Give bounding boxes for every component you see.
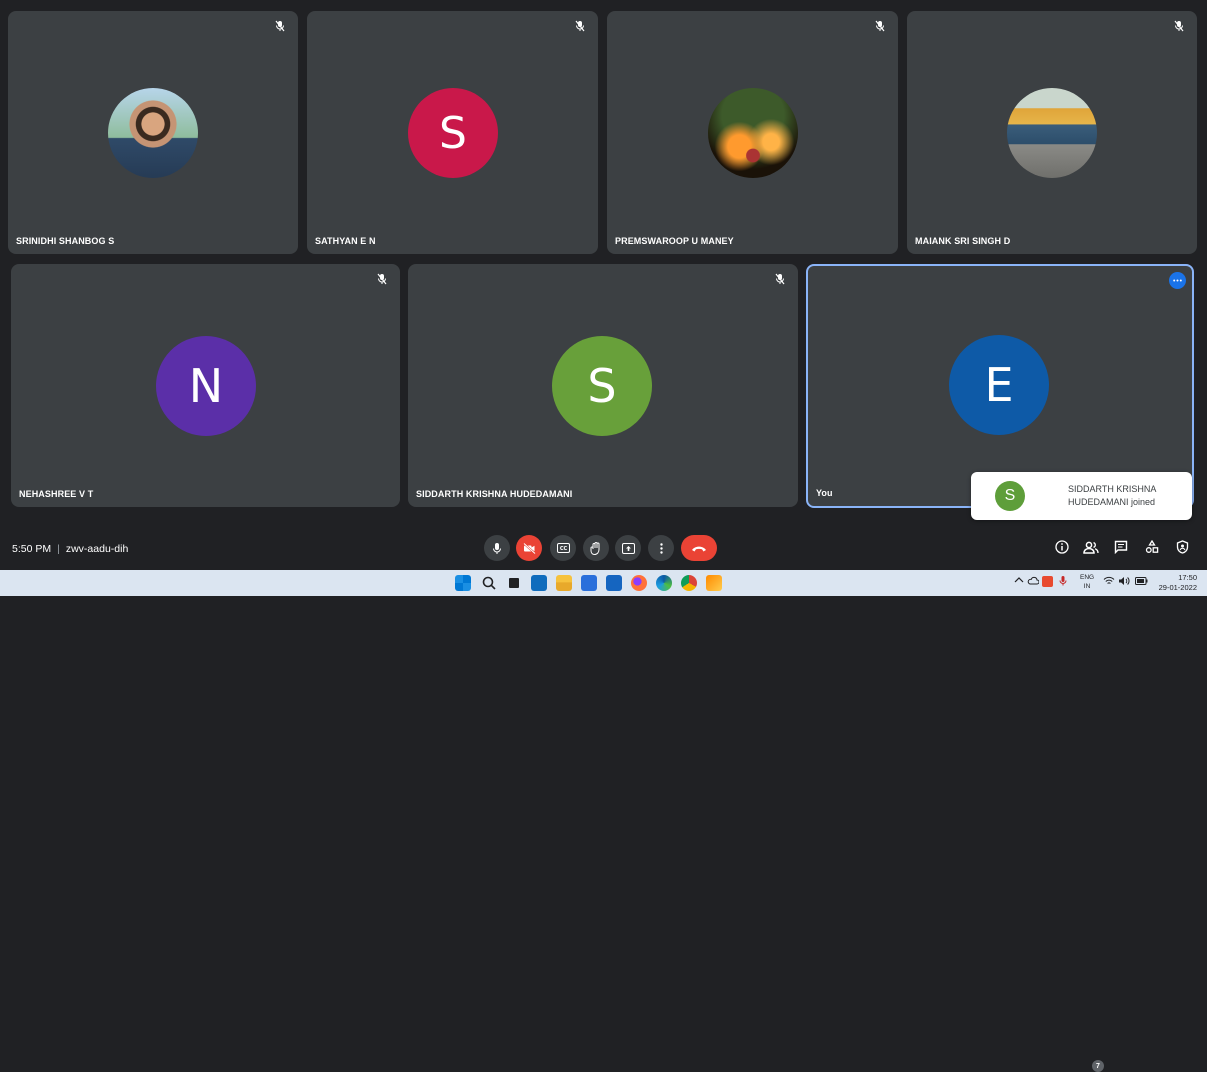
chat-icon [1114, 540, 1128, 554]
participant-tile[interactable]: N NEHASHREE V T [11, 264, 400, 507]
leave-call-button[interactable] [681, 535, 717, 561]
meeting-code: zwv-aadu-dih [65, 543, 129, 555]
mail-icon[interactable] [606, 575, 622, 591]
taskbar-clock[interactable]: 17:50 29-01-2022 [1159, 573, 1197, 593]
participant-photo [708, 88, 798, 178]
participant-avatar: E [949, 335, 1049, 435]
participant-tile[interactable]: PREMSWAROOP U MANEY [607, 11, 898, 254]
raise-hand-icon [590, 541, 600, 555]
mic-muted-icon [272, 18, 288, 34]
participant-name: NEHASHREE V T [19, 489, 94, 499]
participant-tile[interactable]: MAIANK SRI SINGH D [907, 11, 1197, 254]
participant-tile[interactable]: S SATHYAN E N [307, 11, 598, 254]
meeting-time: 5:50 PM [12, 543, 52, 555]
mic-muted-icon [872, 18, 888, 34]
firefox-icon[interactable] [631, 575, 647, 591]
participant-avatar: N [156, 336, 256, 436]
mic-muted-icon [1171, 18, 1187, 34]
notification-avatar: S [995, 481, 1025, 511]
edge-icon[interactable] [656, 575, 672, 591]
activities-icon [1145, 540, 1159, 553]
notification-line-2: HUDEDAMANI joined [1068, 497, 1156, 507]
meeting-details-button[interactable] [1052, 537, 1072, 557]
search-icon[interactable] [481, 575, 497, 591]
captions-icon: CC [556, 543, 570, 553]
widgets-icon[interactable] [531, 575, 547, 591]
notification-text: SIDDARTH KRISHNA HUDEDAMANI joined [1068, 483, 1184, 509]
app-tray-icon[interactable] [1042, 576, 1053, 587]
camera-off-icon [522, 542, 536, 554]
chat-button[interactable] [1111, 537, 1131, 557]
clock-time: 17:50 [1178, 573, 1197, 582]
more-options-icon[interactable] [1169, 272, 1186, 289]
captions-button[interactable]: CC [550, 535, 576, 561]
host-controls-icon [1176, 540, 1188, 554]
people-button[interactable] [1081, 537, 1101, 557]
mic-button[interactable] [484, 535, 510, 561]
volume-icon[interactable] [1118, 576, 1130, 588]
join-notification: S SIDDARTH KRISHNA HUDEDAMANI joined [971, 472, 1192, 520]
mic-muted-icon [772, 271, 788, 287]
participant-avatar: S [408, 88, 498, 178]
meeting-stage: SRINIDHI SHANBOG S S SATHYAN E N PREMSWA… [0, 0, 1207, 530]
store-icon[interactable] [581, 575, 597, 591]
microphone-tray-icon[interactable] [1059, 575, 1067, 589]
windows-start-icon[interactable] [455, 575, 471, 591]
file-explorer-icon[interactable] [556, 575, 572, 591]
battery-icon[interactable] [1135, 577, 1148, 587]
os-taskbar: ENG IN 17:50 29-01-2022 [0, 570, 1207, 596]
host-controls-button[interactable] [1172, 537, 1192, 557]
svg-text:CC: CC [559, 546, 567, 552]
participant-tile[interactable]: S SIDDARTH KRISHNA HUDEDAMANI [408, 264, 798, 507]
clock-date: 29-01-2022 [1158, 583, 1197, 592]
mic-muted-icon [572, 18, 588, 34]
participant-photo [108, 88, 198, 178]
more-options-button[interactable] [648, 535, 674, 561]
tray-chevron-icon[interactable] [1014, 576, 1024, 586]
participant-photo [1007, 88, 1097, 178]
app-icon[interactable] [706, 575, 722, 591]
wifi-icon[interactable] [1103, 576, 1115, 588]
mic-icon [493, 542, 501, 554]
info-icon [1055, 540, 1069, 554]
task-view-icon[interactable] [506, 575, 522, 591]
end-call-icon [692, 546, 706, 551]
separator: | [57, 543, 60, 555]
more-options-icon [659, 542, 663, 554]
notification-line-1: SIDDARTH KRISHNA [1068, 484, 1157, 494]
raise-hand-button[interactable] [583, 535, 609, 561]
participant-name: MAIANK SRI SINGH D [915, 236, 1011, 246]
language-indicator[interactable]: ENG IN [1080, 573, 1094, 591]
meeting-info: 5:50 PM | zwv-aadu-dih [12, 543, 128, 555]
participant-name: SATHYAN E N [315, 236, 376, 246]
participant-name: SRINIDHI SHANBOG S [16, 236, 115, 246]
cloud-icon[interactable] [1027, 576, 1040, 587]
camera-button[interactable] [516, 535, 542, 561]
present-button[interactable] [615, 535, 641, 561]
people-count-badge: 7 [1092, 1060, 1104, 1072]
participant-name: You [816, 488, 833, 498]
language-top: ENG [1080, 574, 1095, 581]
participant-avatar: S [552, 336, 652, 436]
mic-muted-icon [374, 271, 390, 287]
participant-tile[interactable]: SRINIDHI SHANBOG S [8, 11, 298, 254]
chrome-icon[interactable] [681, 575, 697, 591]
people-icon [1083, 541, 1099, 554]
activities-button[interactable] [1142, 537, 1162, 557]
participant-name: PREMSWAROOP U MANEY [615, 236, 734, 246]
present-icon [621, 542, 635, 554]
participant-name: SIDDARTH KRISHNA HUDEDAMANI [416, 489, 573, 499]
control-bar: 5:50 PM | zwv-aadu-dih CC 7 [0, 530, 1207, 1072]
language-bottom: IN [1083, 583, 1091, 590]
